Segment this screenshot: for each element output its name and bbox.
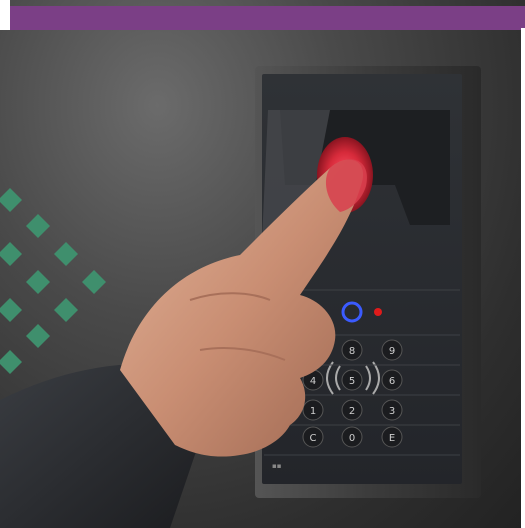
keypad-key-1[interactable]: 1: [302, 399, 324, 421]
keypad-key-5[interactable]: 5: [341, 369, 363, 391]
diamond-shape: [0, 242, 22, 266]
keypad-key-2[interactable]: 2: [341, 399, 363, 421]
keypad-key-label: 5: [349, 376, 355, 387]
diamond-shape: [0, 298, 22, 322]
keypad-key-label: E: [389, 433, 395, 444]
diamond-shape: [0, 188, 22, 212]
device-brand-mark: ▪▪: [272, 462, 282, 470]
diamond-shape: [0, 350, 22, 374]
diamond-shape: [54, 298, 78, 322]
keypad-key-label: 2: [349, 406, 355, 417]
page-margin-right: [521, 28, 525, 528]
keypad-key-6[interactable]: 6: [381, 369, 403, 391]
keypad-key-0[interactable]: 0: [341, 426, 363, 448]
decorative-diamonds: [0, 188, 106, 374]
keypad-key-label: 0: [349, 433, 355, 444]
diamond-shape: [54, 242, 78, 266]
photo-scene: 789456123C0E ▪▪: [0, 66, 481, 528]
keypad-key-8[interactable]: 8: [341, 339, 363, 361]
diamond-shape: [82, 270, 106, 294]
keypad-key-label: 9: [389, 346, 395, 357]
keypad-key-label: 3: [389, 406, 395, 417]
keypad-key-E[interactable]: E: [381, 426, 403, 448]
keypad-key-9[interactable]: 9: [381, 339, 403, 361]
keypad-key-label: C: [310, 433, 317, 444]
keypad-key-label: 6: [389, 376, 395, 387]
diamond-shape: [26, 270, 50, 294]
keypad-key-label: 4: [310, 376, 316, 387]
keypad-key-C[interactable]: C: [302, 426, 324, 448]
keypad-key-label: 1: [310, 406, 316, 417]
keypad-key-3[interactable]: 3: [381, 399, 403, 421]
keypad-key-label: 8: [349, 346, 355, 357]
diamond-shape: [26, 214, 50, 238]
diamond-shape: [26, 324, 50, 348]
status-led-red: [374, 308, 382, 316]
